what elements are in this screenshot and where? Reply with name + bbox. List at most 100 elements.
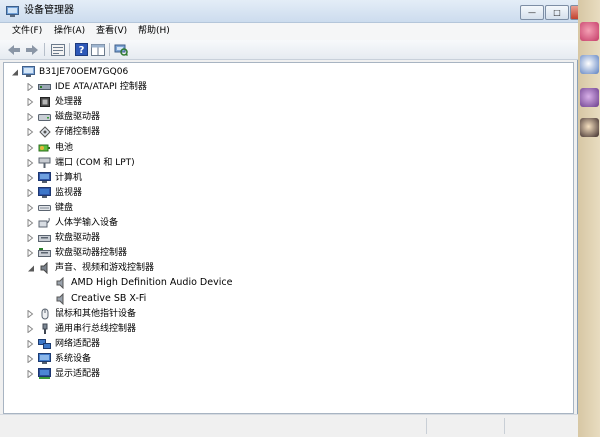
grid-icon[interactable] [90, 42, 106, 57]
scan-hardware-icon[interactable] [113, 42, 129, 57]
forward-arrow-icon[interactable] [24, 42, 40, 57]
tree-category-5[interactable]: 端口 (COM 和 LPT) [26, 156, 135, 170]
port-icon [38, 157, 51, 169]
expand-arrow-icon[interactable] [26, 186, 35, 200]
expand-arrow-icon[interactable] [26, 125, 35, 139]
tree-item-label: 键盘 [55, 202, 74, 213]
app-shortcut-icon[interactable] [580, 55, 599, 74]
app-shortcut-icon[interactable] [580, 118, 599, 137]
tree-category-17[interactable]: 显示适配器 [26, 367, 100, 381]
menu-action[interactable]: 操作(A) [54, 25, 85, 38]
expand-arrow-icon[interactable] [26, 171, 35, 185]
disk-drive-icon [38, 111, 51, 123]
title-bar[interactable]: 设备管理器 — □ [0, 0, 578, 23]
expand-arrow-icon[interactable] [26, 307, 35, 321]
tree-item-label: Creative SB X-Fi [71, 292, 147, 304]
speaker-icon [54, 277, 67, 290]
toolbar-separator [109, 43, 110, 56]
tree-category-6[interactable]: 计算机 [26, 171, 82, 185]
expand-arrow-icon[interactable] [26, 141, 35, 155]
tree-category-9[interactable]: 人体学输入设备 [26, 216, 118, 230]
expand-arrow-icon[interactable] [26, 352, 35, 366]
expand-arrow-icon[interactable] [26, 95, 35, 109]
expand-arrow-icon[interactable] [26, 216, 35, 230]
menu-bar: 文件(F) 操作(A) 查看(V) 帮助(H) [0, 23, 578, 40]
tree-category-2[interactable]: 磁盘驱动器 [26, 110, 100, 124]
tree-item-label: 软盘驱动器 [55, 233, 101, 244]
maximize-button[interactable]: □ [545, 5, 569, 20]
properties-icon[interactable] [50, 42, 66, 57]
tree-category-8[interactable]: 键盘 [26, 201, 73, 215]
expand-arrow-icon[interactable] [26, 231, 35, 245]
keyboard-icon [38, 202, 51, 214]
usb-icon [38, 323, 51, 335]
collapse-arrow-icon[interactable] [10, 65, 19, 79]
toolbar: ? [0, 40, 578, 60]
network-adapter-icon [38, 338, 51, 350]
tree-category-7[interactable]: 监视器 [26, 186, 82, 200]
tree-item-label: IDE ATA/ATAPI 控制器 [55, 82, 147, 93]
close-button[interactable] [570, 5, 578, 20]
tree-item-label: 存储控制器 [55, 127, 101, 138]
tree-category-12[interactable]: 声音、视频和游戏控制器 [26, 261, 154, 275]
tree-item-label: 磁盘驱动器 [55, 112, 101, 123]
menu-file[interactable]: 文件(F) [12, 25, 42, 38]
tree-item-label: 端口 (COM 和 LPT) [55, 157, 135, 168]
collapse-arrow-icon[interactable] [26, 261, 35, 275]
app-shortcut-icon[interactable] [580, 88, 599, 107]
computer-icon [38, 171, 51, 184]
app-shortcut-icon[interactable] [580, 22, 599, 41]
expand-arrow-icon[interactable] [26, 246, 35, 260]
tree-item-label: 网络适配器 [55, 338, 101, 349]
expand-arrow-icon[interactable] [26, 156, 35, 170]
expand-arrow-icon[interactable] [26, 337, 35, 351]
expand-arrow-icon[interactable] [26, 110, 35, 124]
device-manager-window: 设备管理器 — □ 文件(F) 操作(A) 查看(V) 帮助(H) ? B31J… [0, 0, 578, 437]
floppy-controller-icon [38, 247, 51, 259]
expand-arrow-icon[interactable] [26, 80, 35, 94]
tree-root-node[interactable]: B31JE70OEM7GQ06 [10, 65, 128, 79]
tree-item-label: AMD High Definition Audio Device [71, 277, 233, 289]
tree-item-label: 监视器 [55, 187, 83, 198]
tree-category-0[interactable]: IDE ATA/ATAPI 控制器 [26, 80, 147, 94]
tree-category-4[interactable]: 电池 [26, 141, 73, 155]
tree-item-label: 处理器 [55, 97, 83, 108]
tree-category-14[interactable]: 通用串行总线控制器 [26, 322, 136, 336]
tree-category-16[interactable]: 系统设备 [26, 352, 91, 366]
speaker-icon [54, 292, 67, 305]
status-divider [504, 418, 505, 434]
mouse-icon [38, 308, 51, 320]
system-device-icon [38, 352, 51, 365]
expand-arrow-icon[interactable] [26, 201, 35, 215]
tree-category-11[interactable]: 软盘驱动器控制器 [26, 246, 127, 260]
tree-device-creative-sb-x-fi[interactable]: Creative SB X-Fi [42, 292, 146, 306]
hid-icon [38, 217, 51, 229]
tree-category-15[interactable]: 网络适配器 [26, 337, 100, 351]
floppy-drive-icon [38, 232, 51, 244]
back-arrow-icon[interactable] [6, 42, 22, 57]
menu-help[interactable]: 帮助(H) [138, 25, 170, 38]
tree-category-1[interactable]: 处理器 [26, 95, 82, 109]
storage-controller-icon [38, 126, 51, 139]
tree-category-13[interactable]: 鼠标和其他指针设备 [26, 307, 136, 321]
tree-category-3[interactable]: 存储控制器 [26, 125, 100, 139]
tree-device-amd-high-definition-audio-device[interactable]: AMD High Definition Audio Device [42, 276, 232, 290]
toolbar-separator [44, 43, 45, 56]
tree-item-label: 电池 [55, 142, 74, 153]
tree-item-label: 人体学输入设备 [55, 218, 119, 228]
toolbar-separator [69, 43, 70, 56]
device-tree[interactable]: B31JE70OEM7GQ06 IDE ATA/ATAPI 控制器 处理器磁盘驱动器… [3, 62, 574, 414]
battery-icon [38, 142, 51, 154]
display-adapter-icon [38, 368, 51, 380]
expand-arrow-icon[interactable] [26, 322, 35, 336]
expand-arrow-icon[interactable] [26, 367, 35, 381]
minimize-button[interactable]: — [520, 5, 544, 20]
tree-item-label: 声音、视频和游戏控制器 [55, 263, 155, 274]
help-icon[interactable]: ? [73, 42, 89, 57]
tree-category-10[interactable]: 软盘驱动器 [26, 231, 100, 245]
monitor-icon [38, 186, 51, 199]
tree-item-label: 软盘驱动器控制器 [55, 248, 128, 259]
menu-view[interactable]: 查看(V) [96, 25, 127, 38]
